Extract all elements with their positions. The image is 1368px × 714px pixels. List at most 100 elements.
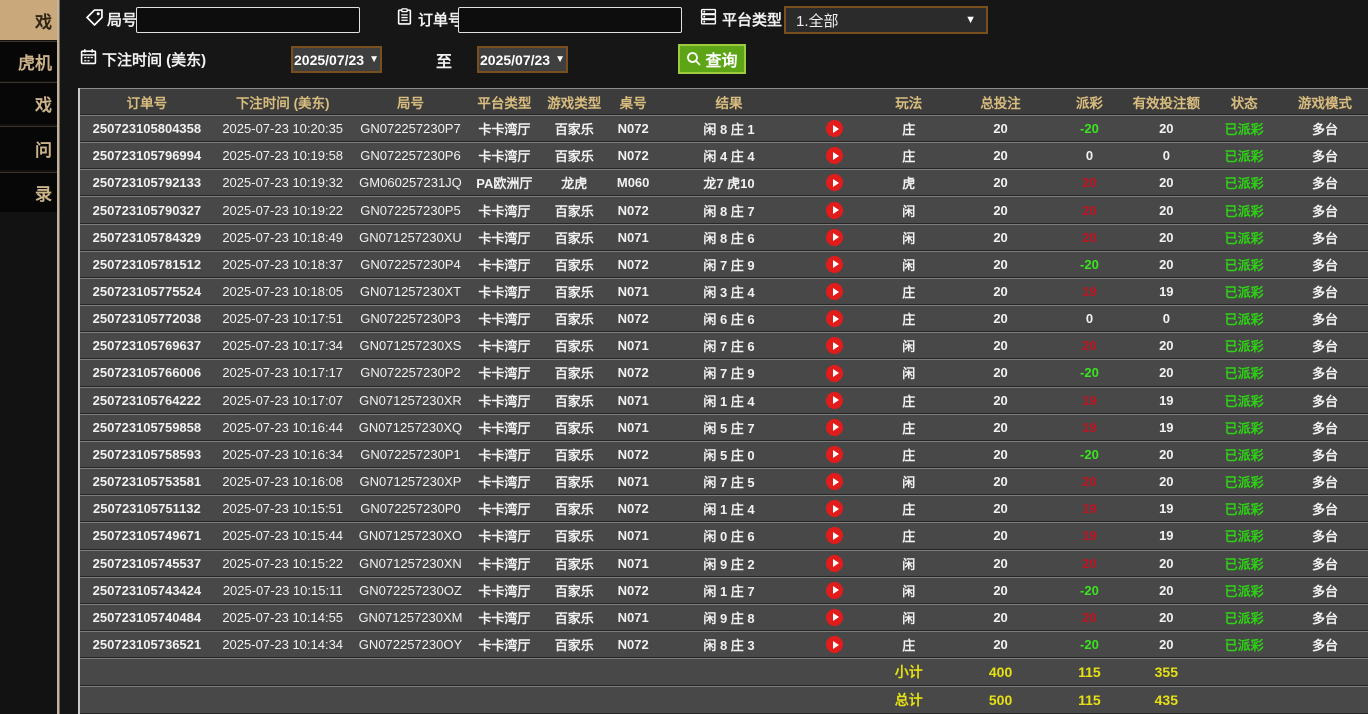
sidebar-item-active[interactable]: 戏: [0, 0, 58, 40]
cell-valid: 20: [1126, 583, 1206, 598]
cell-status: 已派彩: [1206, 635, 1282, 654]
replay-play-icon[interactable]: [826, 229, 843, 246]
cell-payout: 19: [1052, 284, 1126, 299]
cell-order: 250723105745537: [80, 556, 214, 571]
cell-play: 闲: [869, 608, 949, 627]
table-row: 2507231057365212025-07-23 10:14:34GN0722…: [80, 631, 1368, 658]
table-row: 2507231057720382025-07-23 10:17:51GN0722…: [80, 305, 1368, 332]
cell-result: 闲 1 庄 7: [657, 581, 801, 600]
cell-mode: 多台: [1282, 418, 1368, 437]
cell-status: 已派彩: [1206, 282, 1282, 301]
replay-play-icon[interactable]: [826, 636, 843, 653]
replay-play-icon[interactable]: [826, 446, 843, 463]
replay-play-icon[interactable]: [826, 337, 843, 354]
total-play: 总计: [869, 690, 949, 710]
column-header-status: 状态: [1206, 92, 1282, 112]
cell-table_no: N071: [609, 556, 657, 571]
subtotal-valid: 355: [1126, 664, 1206, 680]
cell-platform: 卡卡湾厅: [469, 554, 539, 573]
replay-play-icon[interactable]: [826, 120, 843, 137]
cell-valid: 20: [1126, 121, 1206, 136]
replay-play-icon[interactable]: [826, 202, 843, 219]
replay-play-icon[interactable]: [826, 365, 843, 382]
cell-round: GN071257230XQ: [352, 420, 470, 435]
cell-bet: 20: [949, 338, 1053, 353]
cell-replay: [801, 283, 869, 300]
cell-bet: 20: [949, 447, 1053, 462]
cell-status: 已派彩: [1206, 445, 1282, 464]
sidebar-item-records[interactable]: 录: [0, 172, 58, 212]
replay-play-icon[interactable]: [826, 283, 843, 300]
cell-status: 已派彩: [1206, 146, 1282, 165]
cell-play: 庄: [869, 119, 949, 138]
cell-payout: -20: [1052, 637, 1126, 652]
cell-game: 百家乐: [539, 526, 609, 545]
cell-game: 百家乐: [539, 418, 609, 437]
table-row: 2507231057969942025-07-23 10:19:58GN0722…: [80, 142, 1368, 169]
order-input[interactable]: [458, 7, 682, 33]
cell-table_no: N072: [609, 365, 657, 380]
cell-result: 闲 1 庄 4: [657, 391, 801, 410]
replay-play-icon[interactable]: [826, 419, 843, 436]
replay-play-icon[interactable]: [826, 473, 843, 490]
replay-play-icon[interactable]: [826, 256, 843, 273]
replay-play-icon[interactable]: [826, 174, 843, 191]
replay-play-icon[interactable]: [826, 609, 843, 626]
cell-status: 已派彩: [1206, 309, 1282, 328]
column-header-order: 订单号: [80, 92, 214, 112]
chevron-down-icon: ▼: [369, 54, 379, 65]
cell-table_no: N071: [609, 230, 657, 245]
sidebar-item-query[interactable]: 问: [0, 126, 58, 170]
replay-play-icon[interactable]: [826, 527, 843, 544]
replay-play-icon[interactable]: [826, 555, 843, 572]
date-from-picker[interactable]: 2025/07/23 ▼: [291, 46, 382, 73]
column-header-platform: 平台类型: [469, 92, 539, 112]
sidebar-item-games[interactable]: 戏: [0, 82, 58, 124]
cell-mode: 多台: [1282, 255, 1368, 274]
replay-play-icon[interactable]: [826, 500, 843, 517]
cell-round: GN071257230XR: [352, 393, 470, 408]
cell-platform: 卡卡湾厅: [469, 472, 539, 491]
cell-order: 250723105790327: [80, 203, 214, 218]
cell-mode: 多台: [1282, 228, 1368, 247]
cell-table_no: N072: [609, 311, 657, 326]
cell-table_no: N072: [609, 583, 657, 598]
replay-play-icon[interactable]: [826, 147, 843, 164]
round-input[interactable]: [136, 7, 360, 33]
cell-platform: 卡卡湾厅: [469, 391, 539, 410]
cell-payout: 20: [1052, 474, 1126, 489]
column-header-payout: 派彩: [1052, 92, 1126, 112]
cell-game: 百家乐: [539, 146, 609, 165]
platform-select[interactable]: 1.全部 ▼: [784, 6, 988, 34]
cell-mode: 多台: [1282, 499, 1368, 518]
cell-replay: [801, 446, 869, 463]
cell-platform: 卡卡湾厅: [469, 635, 539, 654]
cell-valid: 20: [1126, 203, 1206, 218]
cell-valid: 20: [1126, 338, 1206, 353]
cell-time: 2025-07-23 10:17:51: [214, 311, 352, 326]
cell-game: 龙虎: [539, 173, 609, 192]
cell-platform: 卡卡湾厅: [469, 119, 539, 138]
cell-mode: 多台: [1282, 309, 1368, 328]
subtotal-row: 小计400115355: [80, 658, 1368, 686]
date-to-picker[interactable]: 2025/07/23 ▼: [477, 46, 568, 73]
search-button[interactable]: 查询: [678, 44, 746, 74]
replay-play-icon[interactable]: [826, 582, 843, 599]
sidebar-item-slots[interactable]: 虎机: [0, 41, 58, 81]
sidebar: 戏 虎机 戏 问 录: [0, 0, 58, 714]
cell-order: 250723105736521: [80, 637, 214, 652]
cell-status: 已派彩: [1206, 472, 1282, 491]
cell-round: GN071257230XU: [352, 230, 470, 245]
cell-game: 百家乐: [539, 255, 609, 274]
replay-play-icon[interactable]: [826, 310, 843, 327]
cell-play: 庄: [869, 391, 949, 410]
table-row: 2507231057696372025-07-23 10:17:34GN0712…: [80, 332, 1368, 359]
cell-order: 250723105753581: [80, 474, 214, 489]
cell-game: 百家乐: [539, 499, 609, 518]
cell-time: 2025-07-23 10:19:32: [214, 175, 352, 190]
cell-game: 百家乐: [539, 119, 609, 138]
cell-time: 2025-07-23 10:19:22: [214, 203, 352, 218]
cell-platform: 卡卡湾厅: [469, 282, 539, 301]
replay-play-icon[interactable]: [826, 392, 843, 409]
cell-time: 2025-07-23 10:17:07: [214, 393, 352, 408]
